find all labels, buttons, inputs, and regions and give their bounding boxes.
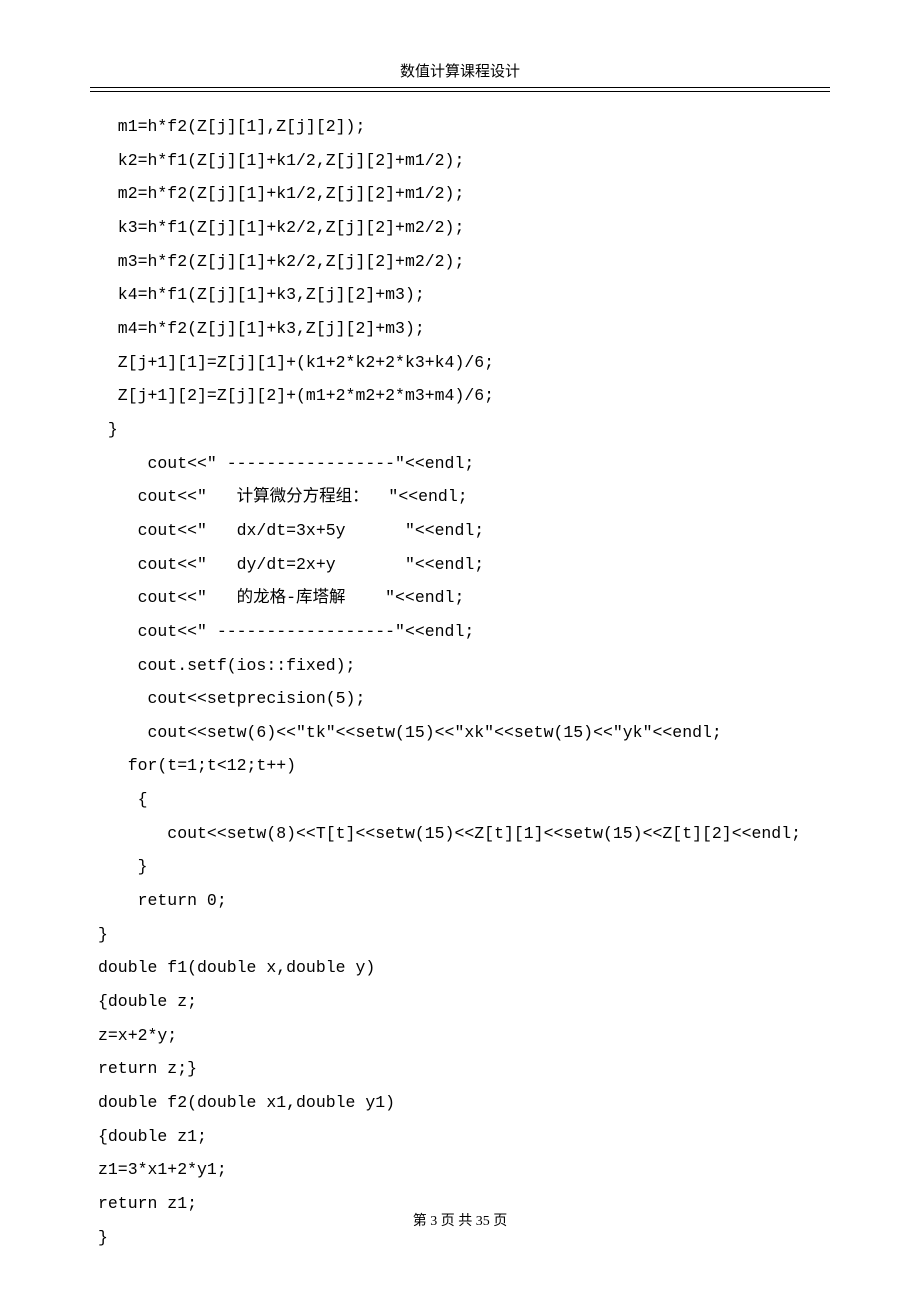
document-page: 数值计算课程设计 m1=h*f2(Z[j][1],Z[j][2]); k2=h*… [0, 0, 920, 1254]
code-content: m1=h*f2(Z[j][1],Z[j][2]); k2=h*f1(Z[j][1… [90, 110, 830, 1254]
page-footer: 第 3 页 共 35 页 [0, 1210, 920, 1230]
header-rule [90, 91, 830, 92]
page-header-title: 数值计算课程设计 [90, 60, 830, 88]
